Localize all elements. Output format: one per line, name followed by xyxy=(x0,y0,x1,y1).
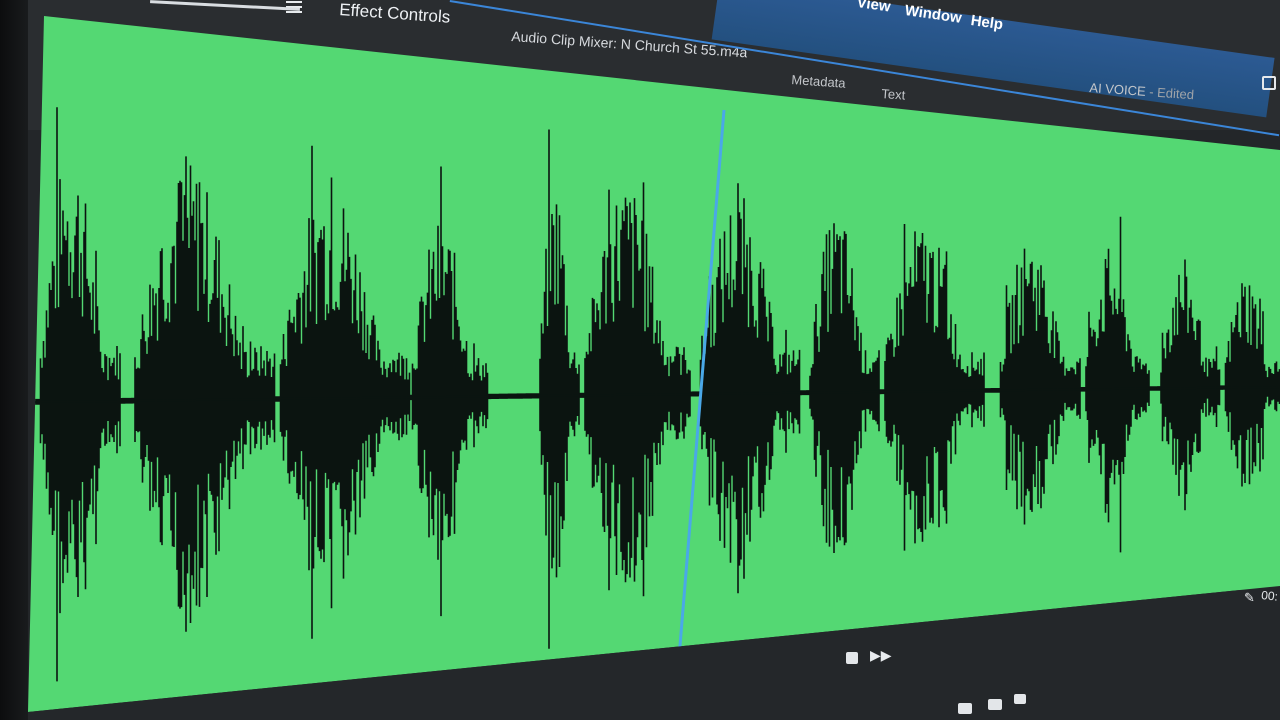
stop-icon[interactable] xyxy=(846,652,858,664)
wrench-icon[interactable]: ✎ xyxy=(1244,590,1255,606)
settings-frame-icon[interactable] xyxy=(1014,694,1026,704)
export-frame-icon[interactable] xyxy=(958,703,972,714)
timecode-display: 00: xyxy=(1260,588,1279,604)
play-forward-icon[interactable]: ▶▶ xyxy=(870,647,892,664)
camera-icon[interactable] xyxy=(988,699,1002,710)
playhead-line[interactable] xyxy=(676,109,726,671)
